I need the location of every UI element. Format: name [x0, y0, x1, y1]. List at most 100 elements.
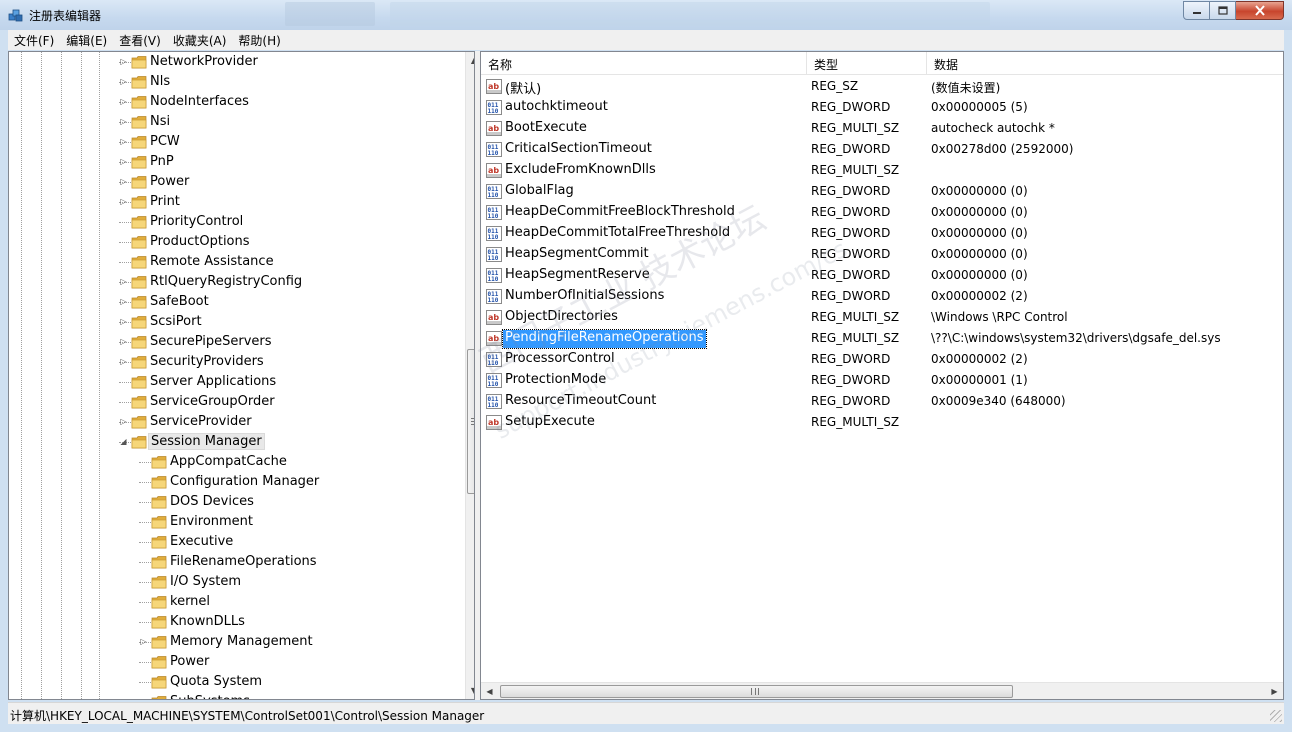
menu-edit[interactable]: 编辑(E)	[60, 30, 113, 50]
scroll-up-arrow-icon[interactable]: ▲	[466, 52, 474, 69]
menu-help[interactable]: 帮助(H)	[232, 30, 286, 50]
value-type: REG_MULTI_SZ	[811, 415, 900, 429]
title-bar[interactable]: 注册表编辑器	[0, 0, 1292, 30]
tree-vertical-scrollbar[interactable]: ▲ ▼	[465, 52, 474, 699]
value-row[interactable]: 011 110 CriticalSectionTimeout REG_DWORD 0x0…	[481, 139, 1283, 160]
expand-arrow-icon[interactable]: ▷	[119, 357, 128, 367]
tree-item[interactable]: ▷ Power	[9, 172, 459, 192]
tree-item[interactable]: ▷ Nsi	[9, 112, 459, 132]
menu-file[interactable]: 文件(F)	[8, 30, 60, 50]
value-name: HeapDeCommitTotalFreeThreshold	[505, 225, 731, 240]
value-row[interactable]: 011 110 ResourceTimeoutCount REG_DWORD 0x000…	[481, 391, 1283, 412]
value-row[interactable]: 011 110 GlobalFlag REG_DWORD 0x00000000 (0)	[481, 181, 1283, 202]
folder-icon	[151, 575, 167, 589]
tree-item[interactable]: Configuration Manager	[9, 472, 459, 492]
tree-item[interactable]: SubSystems	[9, 692, 459, 699]
value-row[interactable]: 011 110 HeapSegmentCommit REG_DWORD 0x000000…	[481, 244, 1283, 265]
expand-arrow-icon[interactable]: ▷	[119, 417, 128, 427]
expand-arrow-icon[interactable]: ▷	[139, 637, 148, 647]
svg-text:110: 110	[488, 234, 499, 241]
expand-arrow-icon[interactable]: ▷	[119, 117, 128, 127]
value-row[interactable]: 011 110 ProcessorControl REG_DWORD 0x0000000…	[481, 349, 1283, 370]
value-row[interactable]: 011 110 NumberOfInitialSessions REG_DWORD 0x…	[481, 286, 1283, 307]
tree-item[interactable]: ▷ PCW	[9, 132, 459, 152]
value-data: \??\C:\windows\system32\drivers\dgsafe_d…	[931, 331, 1221, 345]
tree-item[interactable]: ▷ SafeBoot	[9, 292, 459, 312]
value-row[interactable]: 011 110 HeapDeCommitTotalFreeThreshold REG_…	[481, 223, 1283, 244]
expand-arrow-icon[interactable]: ▷	[119, 137, 128, 147]
tree-item[interactable]: Quota System	[9, 672, 459, 692]
tree-item[interactable]: Executive	[9, 532, 459, 552]
value-row[interactable]: 011 110 autochktimeout REG_DWORD 0x00000005 …	[481, 97, 1283, 118]
menu-view[interactable]: 查看(V)	[113, 30, 167, 50]
tree-item[interactable]: ▷ Print	[9, 192, 459, 212]
tree-item[interactable]: ▷ RtlQueryRegistryConfig	[9, 272, 459, 292]
tree-item[interactable]: ▷ Nls	[9, 72, 459, 92]
expand-arrow-icon[interactable]: ▷	[119, 77, 128, 87]
value-row[interactable]: ab SetupExecute REG_MULTI_SZ	[481, 412, 1283, 433]
expand-arrow-icon[interactable]: ▷	[119, 57, 128, 67]
value-data: 0x00000000 (0)	[931, 205, 1028, 219]
tree-item[interactable]: DOS Devices	[9, 492, 459, 512]
value-row[interactable]: 011 110 HeapSegmentReserve REG_DWORD 0x00000…	[481, 265, 1283, 286]
tree-item[interactable]: KnownDLLs	[9, 612, 459, 632]
value-row[interactable]: 011 110 ProtectionMode REG_DWORD 0x00000001 …	[481, 370, 1283, 391]
expand-arrow-icon[interactable]: ▷	[119, 177, 128, 187]
tree-item[interactable]: ServiceGroupOrder	[9, 392, 459, 412]
string-value-icon: ab	[486, 331, 502, 346]
tree-item[interactable]: ▷ ScsiPort	[9, 312, 459, 332]
tree-item[interactable]: ▷ NodeInterfaces	[9, 92, 459, 112]
tree-item[interactable]: Power	[9, 652, 459, 672]
tree-item[interactable]: ▷ Memory Management	[9, 632, 459, 652]
tree-item[interactable]: ▷ NetworkProvider	[9, 52, 459, 72]
scroll-right-arrow-icon[interactable]: ▶	[1266, 683, 1283, 699]
tree-item[interactable]: kernel	[9, 592, 459, 612]
list-horizontal-scrollbar[interactable]: ◀ ▶	[481, 682, 1283, 699]
column-header-data[interactable]: 数据	[927, 52, 1283, 74]
tree-item[interactable]: ▷ SecurityProviders	[9, 352, 459, 372]
expand-arrow-icon[interactable]: ▷	[119, 297, 128, 307]
minimize-button[interactable]	[1183, 1, 1210, 20]
value-name: ExcludeFromKnownDlls	[505, 162, 656, 177]
collapse-arrow-icon[interactable]: ◢	[119, 437, 128, 447]
tree-item[interactable]: FileRenameOperations	[9, 552, 459, 572]
expand-arrow-icon[interactable]: ▷	[119, 337, 128, 347]
tree-item[interactable]: ▷ ServiceProvider	[9, 412, 459, 432]
tree-item[interactable]: ◢ Session Manager	[9, 432, 459, 452]
value-list-pane[interactable]: 名称 类型 数据 ab (默认) REG_SZ (数值未设置) 011 110 autoch…	[480, 51, 1284, 700]
value-row[interactable]: ab ObjectDirectories REG_MULTI_SZ \Windows …	[481, 307, 1283, 328]
tree-item[interactable]: ▷ SecurePipeServers	[9, 332, 459, 352]
folder-icon	[131, 155, 147, 169]
tree-item[interactable]: AppCompatCache	[9, 452, 459, 472]
value-row[interactable]: ab BootExecute REG_MULTI_SZ autocheck autoc…	[481, 118, 1283, 139]
tree-item[interactable]: Remote Assistance	[9, 252, 459, 272]
value-row[interactable]: ab ExcludeFromKnownDlls REG_MULTI_SZ	[481, 160, 1283, 181]
expand-arrow-icon[interactable]: ▷	[119, 97, 128, 107]
tree-item[interactable]: Environment	[9, 512, 459, 532]
expand-arrow-icon[interactable]: ▷	[119, 157, 128, 167]
list-scroll-thumb[interactable]	[500, 685, 1013, 698]
value-name: HeapSegmentReserve	[505, 267, 650, 282]
value-type: REG_SZ	[811, 79, 859, 93]
tree-item[interactable]: Server Applications	[9, 372, 459, 392]
tree-item[interactable]: ProductOptions	[9, 232, 459, 252]
tree-scroll-thumb[interactable]	[467, 349, 474, 494]
value-row[interactable]: ab (默认) REG_SZ (数值未设置)	[481, 76, 1283, 97]
scroll-left-arrow-icon[interactable]: ◀	[481, 683, 498, 699]
column-header-type[interactable]: 类型	[807, 52, 927, 74]
tree-item[interactable]: PriorityControl	[9, 212, 459, 232]
tree-item[interactable]: ▷ PnP	[9, 152, 459, 172]
expand-arrow-icon[interactable]: ▷	[119, 277, 128, 287]
scroll-down-arrow-icon[interactable]: ▼	[466, 682, 474, 699]
tree-item[interactable]: I/O System	[9, 572, 459, 592]
value-row[interactable]: 011 110 HeapDeCommitFreeBlockThreshold REG_…	[481, 202, 1283, 223]
expand-arrow-icon[interactable]: ▷	[119, 197, 128, 207]
column-header-name[interactable]: 名称	[481, 52, 807, 74]
resize-grip-icon[interactable]	[1270, 710, 1282, 722]
expand-arrow-icon[interactable]: ▷	[119, 317, 128, 327]
value-row[interactable]: ab PendingFileRenameOperations REG_MULTI_S…	[481, 328, 1283, 349]
key-tree-pane[interactable]: ▷ NetworkProvider ▷ Nls ▷ NodeInterfaces ▷ Nsi ▷…	[8, 51, 475, 700]
menu-favorites[interactable]: 收藏夹(A)	[167, 30, 233, 50]
close-button[interactable]	[1236, 1, 1284, 20]
maximize-button[interactable]	[1210, 1, 1236, 20]
